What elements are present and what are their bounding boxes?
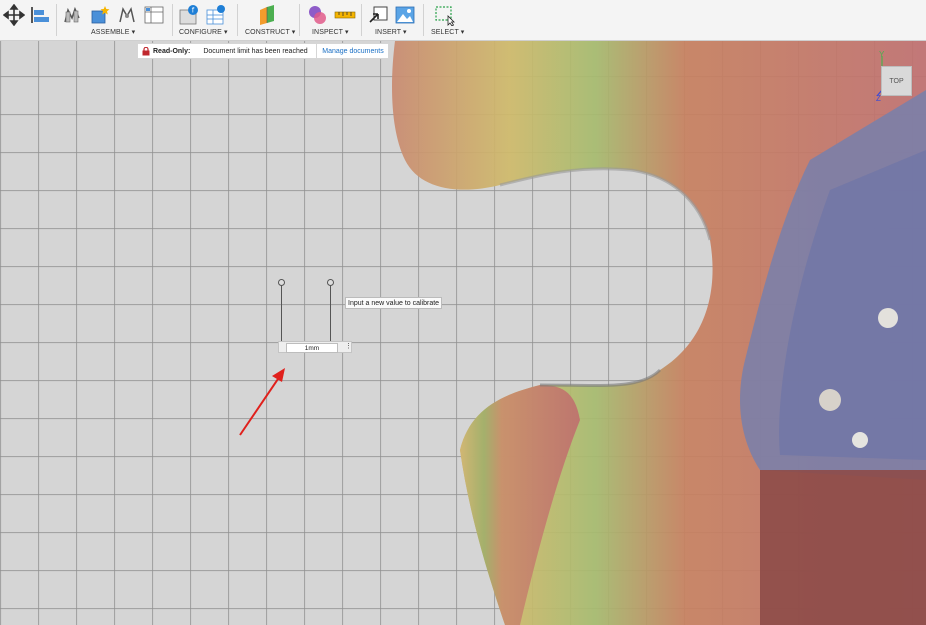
assemble-menu[interactable]: ASSEMBLE ▾ — [91, 28, 135, 36]
calibration-line-left — [281, 283, 282, 341]
view-cube-face-label: TOP — [889, 77, 904, 85]
align-icon[interactable] — [29, 4, 51, 26]
calibrate-options-icon[interactable]: ⋮ — [345, 343, 352, 352]
offset-plane-icon[interactable] — [257, 4, 279, 26]
select-menu[interactable]: SELECT ▾ — [431, 28, 464, 36]
toolbar: ASSEMBLE ▾ f CONFIGURE ▾ CONSTRUCT ▾ INS… — [0, 0, 926, 41]
configure-parameters-icon[interactable]: f — [178, 4, 200, 26]
joint-origin-icon[interactable] — [143, 4, 165, 26]
inspect-menu[interactable]: INSPECT ▾ — [312, 28, 349, 36]
calibrate-tooltip: Input a new value to calibrate — [345, 297, 443, 309]
calibrate-value-input[interactable] — [286, 343, 338, 353]
separator — [423, 4, 424, 36]
canvas-icon[interactable] — [394, 4, 416, 26]
interference-icon[interactable] — [306, 4, 328, 26]
construct-menu[interactable]: CONSTRUCT ▾ — [245, 28, 295, 36]
separator — [56, 4, 57, 36]
annotation-arrow — [239, 368, 285, 436]
calibration-line-right — [330, 283, 331, 341]
calibration-point-right[interactable] — [327, 279, 334, 286]
manage-documents-link[interactable]: Manage documents — [316, 44, 389, 58]
insert-derive-icon[interactable] — [368, 4, 390, 26]
separator — [361, 4, 362, 36]
axis-y-label: Y — [879, 50, 885, 59]
separator — [237, 4, 238, 36]
configure-menu[interactable]: CONFIGURE ▾ — [179, 28, 228, 36]
read-only-banner: Read-Only: Document limit has been reach… — [137, 43, 389, 59]
measure-icon[interactable] — [334, 4, 356, 26]
view-cube[interactable]: TOP — [881, 66, 912, 96]
insert-menu[interactable]: INSERT ▾ — [375, 28, 407, 36]
design-canvas[interactable] — [0, 41, 926, 625]
separator — [299, 4, 300, 36]
as-built-joint-icon[interactable] — [116, 4, 138, 26]
calibration-point-left[interactable] — [278, 279, 285, 286]
window-select-icon[interactable] — [434, 4, 456, 26]
separator — [172, 4, 173, 36]
lock-icon — [141, 43, 151, 59]
move-icon[interactable] — [3, 4, 25, 26]
read-only-label: Read-Only: — [153, 47, 191, 55]
new-component-icon[interactable] — [89, 4, 111, 26]
configure-table-icon[interactable] — [205, 4, 227, 26]
calibrate-input-box: ⋮ — [278, 341, 352, 353]
document-limit-message: Document limit has been reached — [203, 47, 308, 55]
joint-icon[interactable] — [62, 4, 84, 26]
